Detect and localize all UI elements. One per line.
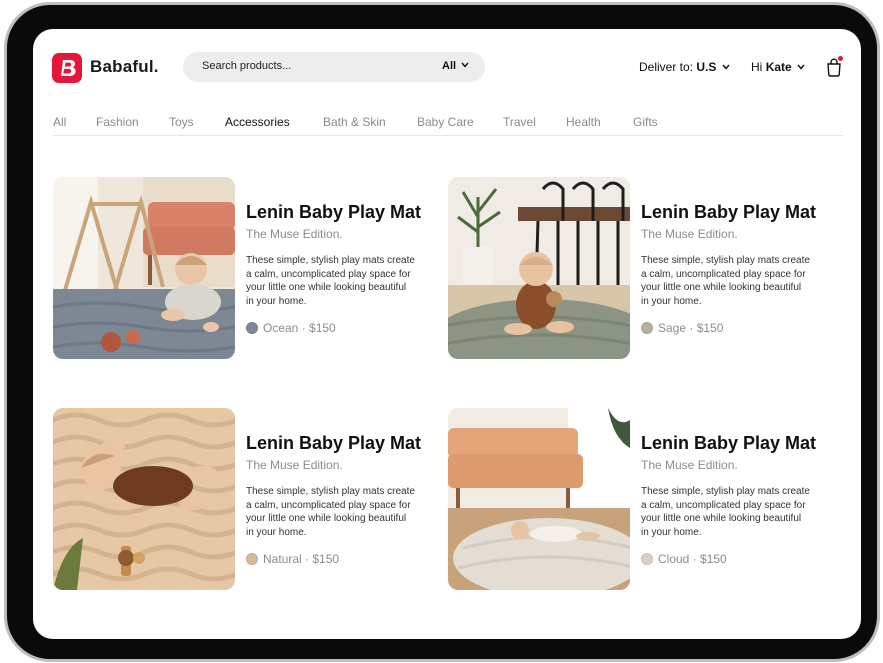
- chevron-down-icon: [797, 64, 805, 70]
- product-title[interactable]: Lenin Baby Play Mat: [246, 202, 421, 223]
- tab-travel[interactable]: Travel: [503, 115, 536, 129]
- tab-health[interactable]: Health: [566, 115, 601, 129]
- product-description: These simple, stylish play mats create a…: [246, 486, 415, 538]
- tab-toys[interactable]: Toys: [169, 115, 194, 129]
- product-title[interactable]: Lenin Baby Play Mat: [641, 433, 816, 454]
- product-description: These simple, stylish play mats create a…: [641, 255, 810, 307]
- tablet-frame: Babaful. All Deliver to: U.S Hi Kate: [4, 2, 880, 662]
- product-image[interactable]: [53, 177, 235, 359]
- product-card[interactable]: Lenin Baby Play Mat The Muse Edition. Th…: [448, 177, 828, 359]
- search-category-dropdown[interactable]: All: [442, 60, 469, 72]
- product-image[interactable]: [53, 408, 235, 590]
- deliver-prefix: Deliver to:: [639, 60, 694, 74]
- color-swatch[interactable]: [641, 322, 653, 334]
- product-subtitle: The Muse Edition.: [641, 458, 738, 472]
- product-image[interactable]: [448, 408, 630, 590]
- product-variant-price: Sage · $150: [658, 321, 724, 335]
- deliver-to-selector[interactable]: Deliver to: U.S: [639, 60, 730, 74]
- brand-logo-icon[interactable]: [52, 53, 82, 83]
- product-variant: Cloud · $150: [641, 552, 727, 566]
- color-swatch[interactable]: [641, 553, 653, 565]
- color-swatch[interactable]: [246, 553, 258, 565]
- search-bar: All: [183, 52, 485, 82]
- cart-notification-dot: [838, 56, 843, 61]
- deliver-region: U.S: [696, 60, 717, 74]
- top-header: Babaful. All Deliver to: U.S Hi Kate: [33, 29, 861, 109]
- product-image[interactable]: [448, 177, 630, 359]
- product-variant: Ocean · $150: [246, 321, 336, 335]
- product-title[interactable]: Lenin Baby Play Mat: [641, 202, 816, 223]
- product-subtitle: The Muse Edition.: [641, 227, 738, 241]
- user-name: Kate: [765, 60, 792, 74]
- tab-baby-care[interactable]: Baby Care: [417, 115, 474, 129]
- chevron-down-icon: [461, 62, 469, 68]
- product-card[interactable]: Lenin Baby Play Mat The Muse Edition. Th…: [53, 177, 433, 359]
- chevron-down-icon: [722, 64, 730, 70]
- product-description: These simple, stylish play mats create a…: [641, 486, 810, 538]
- tab-gifts[interactable]: Gifts: [633, 115, 658, 129]
- product-variant-price: Natural · $150: [263, 552, 340, 566]
- app-screen: Babaful. All Deliver to: U.S Hi Kate: [33, 29, 861, 639]
- product-variant-price: Cloud · $150: [658, 552, 727, 566]
- brand-name[interactable]: Babaful.: [90, 57, 159, 77]
- tab-fashion[interactable]: Fashion: [96, 115, 139, 129]
- product-card[interactable]: Lenin Baby Play Mat The Muse Edition. Th…: [448, 408, 828, 590]
- product-variant-price: Ocean · $150: [263, 321, 336, 335]
- product-subtitle: The Muse Edition.: [246, 458, 343, 472]
- tab-bath-skin[interactable]: Bath & Skin: [323, 115, 386, 129]
- color-swatch[interactable]: [246, 322, 258, 334]
- search-input[interactable]: [202, 60, 402, 72]
- product-description: These simple, stylish play mats create a…: [246, 255, 415, 307]
- product-title[interactable]: Lenin Baby Play Mat: [246, 433, 421, 454]
- tab-all[interactable]: All: [53, 115, 66, 129]
- product-subtitle: The Muse Edition.: [246, 227, 343, 241]
- product-card[interactable]: Lenin Baby Play Mat The Muse Edition. Th…: [53, 408, 433, 590]
- tab-accessories[interactable]: Accessories: [225, 115, 290, 129]
- search-category-label: All: [442, 60, 457, 72]
- category-tabs: All Fashion Toys Accessories Bath & Skin…: [53, 114, 843, 136]
- greeting-prefix: Hi: [751, 60, 763, 74]
- product-variant: Sage · $150: [641, 321, 723, 335]
- product-variant: Natural · $150: [246, 552, 339, 566]
- account-menu[interactable]: Hi Kate: [751, 60, 805, 74]
